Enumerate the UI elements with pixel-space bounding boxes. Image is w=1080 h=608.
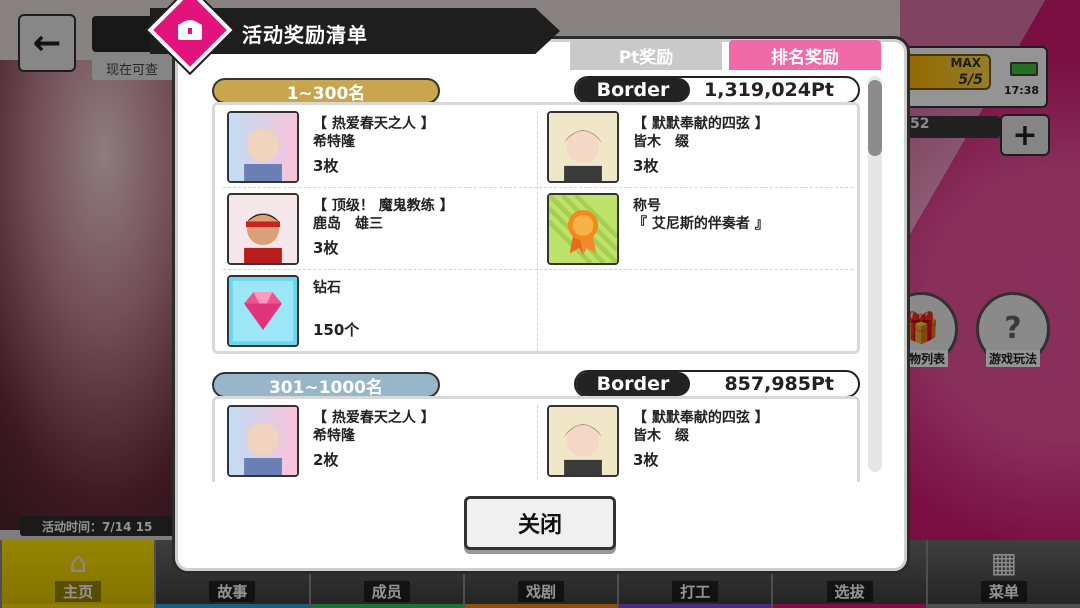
treasure-chest-icon <box>178 20 202 40</box>
reward-character: 皆木 缀 <box>633 134 689 150</box>
reward-name: 【 默默奉献的四弦 】 <box>633 410 769 426</box>
border-value: 857,985Pt <box>724 373 834 395</box>
reward-item[interactable]: 【 默默奉献的四弦 】 皆木 缀 3枚 <box>547 107 857 187</box>
title-badge-icon <box>547 193 619 265</box>
reward-item[interactable]: 【 热爱春天之人 】 希特隆 2枚 <box>227 401 537 481</box>
diamond-icon <box>227 275 299 347</box>
reward-item[interactable]: 称号 『 艾尼斯的伴奏者 』 <box>547 189 857 269</box>
card-thumbnail-brown <box>547 111 619 183</box>
reward-list-scrollbar[interactable] <box>868 76 882 472</box>
border-value: 1,319,024Pt <box>704 79 834 101</box>
reward-name: 【 默默奉献的四弦 】 <box>633 116 769 132</box>
close-button[interactable]: 关闭 <box>464 496 616 550</box>
card-thumbnail-headband <box>227 193 299 265</box>
tier-header: 1~300名 Border 1,319,024Pt <box>212 76 860 104</box>
divider <box>537 405 538 482</box>
tab-pt-reward[interactable]: Pt奖励 <box>570 40 722 70</box>
scrollbar-thumb[interactable] <box>868 80 882 156</box>
border-label: Border <box>576 372 690 396</box>
reward-item[interactable]: 钻石 150个 <box>227 271 537 351</box>
reward-name: 钻石 <box>313 280 341 296</box>
tier-rank-range: 1~300名 <box>212 78 440 104</box>
reward-name: 【 热爱春天之人 】 <box>313 410 435 426</box>
card-thumbnail-brown <box>547 405 619 477</box>
tab-rank-reward[interactable]: 排名奖励 <box>729 40 881 70</box>
reward-character: 希特隆 <box>313 428 355 444</box>
divider <box>223 187 853 188</box>
reward-character: 皆木 缀 <box>633 428 689 444</box>
reward-title-text: 『 艾尼斯的伴奏者 』 <box>633 216 769 232</box>
tier-rank-range: 301~1000名 <box>212 372 440 398</box>
reward-quantity: 150个 <box>313 321 360 339</box>
reward-quantity: 3枚 <box>633 157 659 175</box>
reward-quantity: 3枚 <box>633 451 659 469</box>
dialog-title: 活动奖励清单 <box>242 23 368 47</box>
tier-reward-box: 【 热爱春天之人 】 希特隆 3枚 【 默默奉献的四弦 】 皆木 缀 3枚 【 … <box>212 102 860 354</box>
reward-quantity: 3枚 <box>313 239 339 257</box>
reward-item[interactable]: 【 默默奉献的四弦 】 皆木 缀 3枚 <box>547 401 857 481</box>
reward-name: 【 热爱春天之人 】 <box>313 116 435 132</box>
reward-item[interactable]: 【 热爱春天之人 】 希特隆 3枚 <box>227 107 537 187</box>
reward-character: 希特隆 <box>313 134 355 150</box>
border-pill: Border 1,319,024Pt <box>574 76 860 104</box>
tier-header: 301~1000名 Border 857,985Pt <box>212 370 860 398</box>
reward-name: 【 顶级！ 魔鬼教练 】 <box>313 198 454 214</box>
border-pill: Border 857,985Pt <box>574 370 860 398</box>
border-label: Border <box>576 78 690 102</box>
reward-list[interactable]: 1~300名 Border 1,319,024Pt 【 热爱春天之人 】 希特隆… <box>190 72 866 482</box>
card-thumbnail-blonde <box>227 405 299 477</box>
divider <box>537 111 538 351</box>
reward-quantity: 3枚 <box>313 157 339 175</box>
reward-name: 称号 <box>633 198 661 214</box>
reward-character: 鹿岛 雄三 <box>313 216 383 232</box>
card-thumbnail-blonde <box>227 111 299 183</box>
tier-reward-box: 【 热爱春天之人 】 希特隆 2枚 【 默默奉献的四弦 】 皆木 缀 3枚 <box>212 396 860 482</box>
divider <box>223 269 853 270</box>
reward-quantity: 2枚 <box>313 451 339 469</box>
reward-item[interactable]: 【 顶级！ 魔鬼教练 】 鹿岛 雄三 3枚 <box>227 189 537 269</box>
